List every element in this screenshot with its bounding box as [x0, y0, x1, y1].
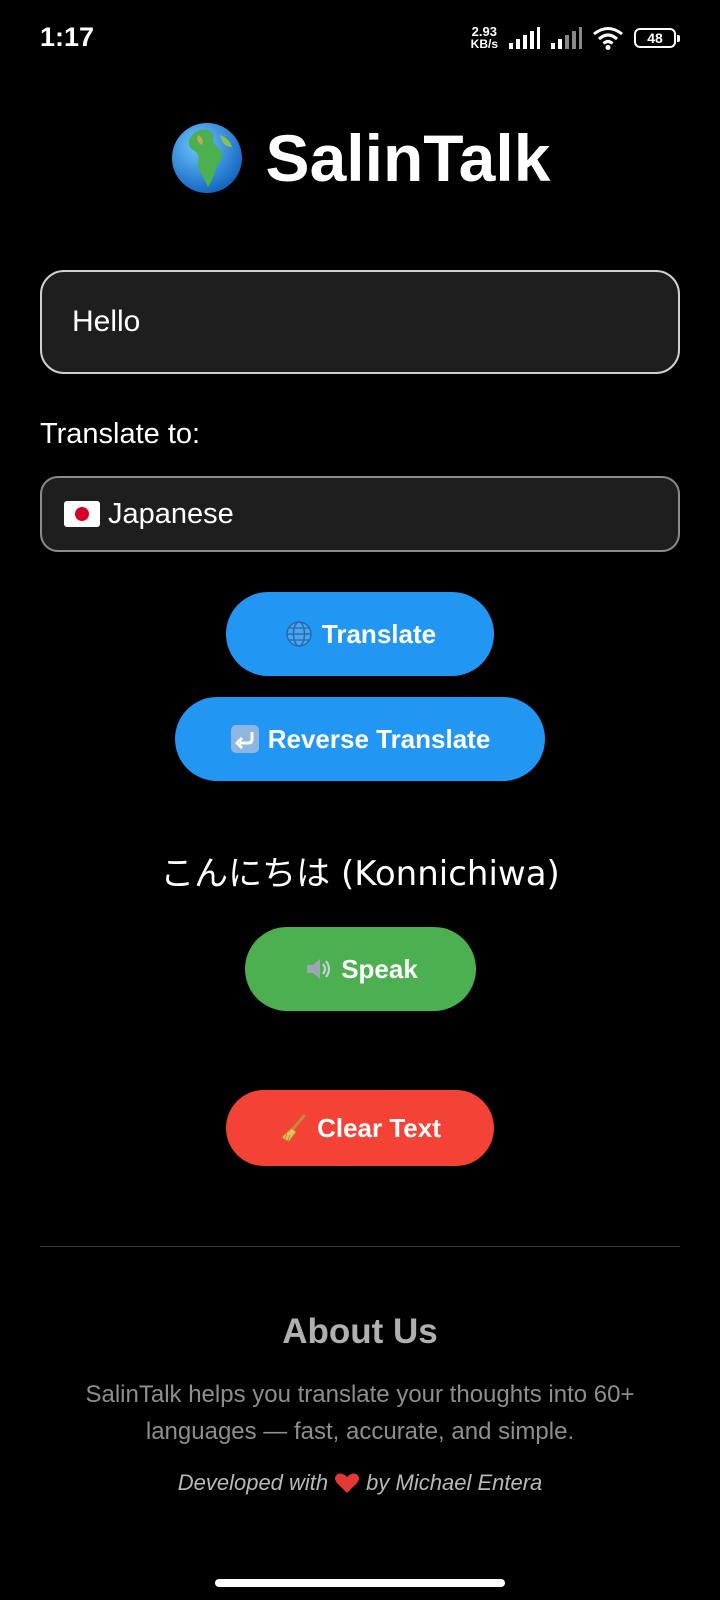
signal-icon-secondary	[551, 27, 582, 49]
text-input[interactable]	[40, 270, 680, 374]
network-speed-unit: KB/s	[470, 37, 498, 51]
translate-button[interactable]: Translate	[226, 592, 494, 676]
globe-icon	[171, 123, 242, 193]
broom-icon	[281, 1114, 306, 1142]
speak-button[interactable]: Speak	[245, 927, 476, 1011]
credit-prefix: Developed with	[177, 1470, 329, 1495]
network-speed: 2.93 KB/s	[470, 25, 498, 51]
about-title: About Us	[282, 1312, 438, 1351]
credit-suffix: by Michael Entera	[366, 1470, 543, 1495]
selected-language-label: Japanese	[108, 497, 234, 530]
developer-credit: Developed with by Michael Entera	[0, 1470, 720, 1496]
battery-indicator: 48	[634, 28, 680, 48]
home-indicator[interactable]	[215, 1579, 505, 1587]
reverse-translate-button[interactable]: Reverse Translate	[175, 697, 545, 781]
speak-button-label: Speak	[341, 953, 418, 984]
app-title: SalinTalk	[265, 121, 551, 195]
translation-result: こんにちは (Konnichiwa)	[160, 854, 560, 894]
translate-button-label: Translate	[321, 618, 437, 649]
reverse-translate-button-label: Reverse Translate	[267, 723, 491, 754]
japan-flag-icon	[64, 501, 100, 527]
globe-meridians-icon	[286, 621, 312, 647]
app-header: SalinTalk	[0, 120, 720, 196]
clear-text-button[interactable]: Clear Text	[226, 1090, 494, 1166]
wifi-icon	[593, 27, 623, 50]
signal-icon	[509, 27, 540, 49]
section-divider	[40, 1246, 680, 1247]
speaker-icon	[307, 959, 331, 979]
status-bar: 1:17 2.93 KB/s 48	[0, 0, 720, 78]
heart-icon	[335, 1473, 360, 1493]
return-arrow-icon	[230, 725, 259, 753]
translate-to-label: Translate to:	[40, 418, 201, 450]
status-time: 1:17	[40, 22, 95, 52]
language-select[interactable]: Japanese	[40, 476, 680, 552]
about-description: SalinTalk helps you translate your thoug…	[85, 1381, 635, 1445]
status-icons: 2.93 KB/s 48	[470, 22, 680, 54]
clear-text-button-label: Clear Text	[317, 1112, 441, 1143]
